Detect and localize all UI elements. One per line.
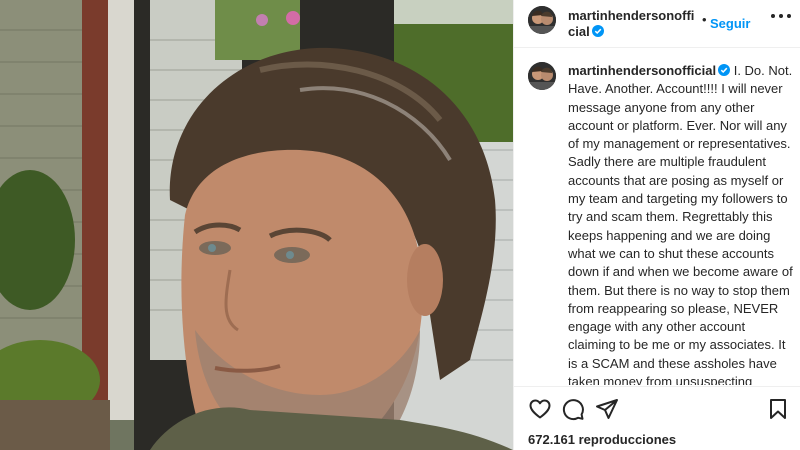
comment-icon[interactable] xyxy=(561,397,585,421)
post-header: martinhendersonofficial • Seguir xyxy=(514,0,800,48)
verified-badge-icon xyxy=(591,25,604,37)
avatar-image xyxy=(528,62,556,90)
views-count[interactable]: 672.161 reproducciones xyxy=(528,432,676,447)
bookmark-icon[interactable] xyxy=(766,397,790,421)
post-media[interactable] xyxy=(0,0,513,450)
caption-text: martinhendersonofficial I. Do. Not. Have… xyxy=(568,62,796,385)
verified-badge-icon xyxy=(718,64,731,76)
header-separator: • xyxy=(702,12,707,27)
header-username-block[interactable]: martinhendersonofficial xyxy=(568,8,696,40)
avatar-image xyxy=(528,6,556,34)
more-horizontal-icon[interactable] xyxy=(770,12,792,20)
post-details-panel: martinhendersonofficial • Seguir martinh… xyxy=(513,0,800,450)
caption-avatar[interactable] xyxy=(528,62,556,90)
selfie-photo xyxy=(0,0,513,450)
action-bar xyxy=(514,386,800,430)
caption-username[interactable]: martinhendersonofficial xyxy=(568,63,716,78)
follow-button[interactable]: Seguir xyxy=(710,16,750,31)
avatar[interactable] xyxy=(528,6,556,34)
share-icon[interactable] xyxy=(595,397,619,421)
caption-section: martinhendersonofficial I. Do. Not. Have… xyxy=(514,49,800,385)
heart-icon[interactable] xyxy=(528,397,552,421)
header-username[interactable]: martinhendersonofficial xyxy=(568,8,694,39)
caption-body: I. Do. Not. Have. Another. Account!!!! I… xyxy=(568,63,793,385)
